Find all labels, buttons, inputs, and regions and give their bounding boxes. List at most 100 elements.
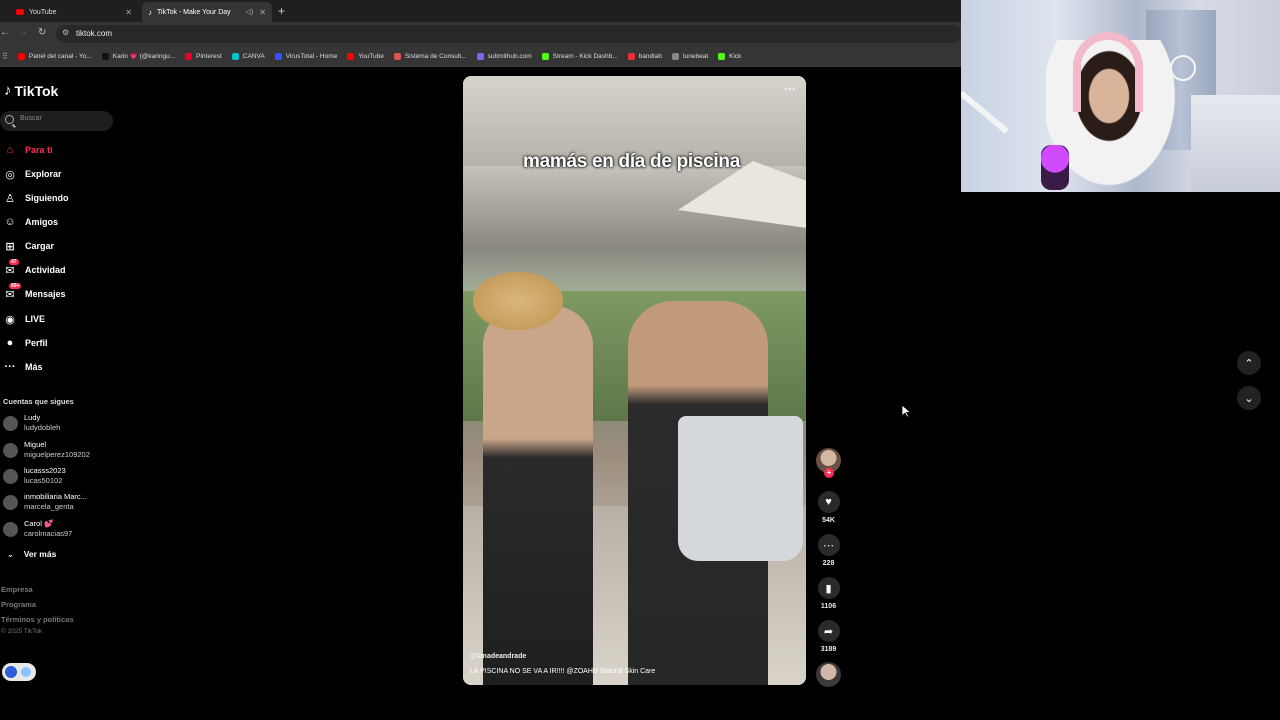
- avatar: [3, 521, 18, 537]
- account-name: Carol 💕: [24, 519, 54, 528]
- bookmark-label: YouTube: [358, 52, 384, 60]
- bookmark-label: submithub.com: [487, 52, 532, 60]
- bookmark-item[interactable]: CANVA: [231, 52, 265, 60]
- search-box[interactable]: [0, 111, 113, 131]
- sidebar-item-más[interactable]: ··· Más: [3, 358, 43, 376]
- video-description: LA PISCINA NO SE VA A IR!!!! @ZOAH® Natu…: [470, 668, 656, 675]
- bookmark-favicon-icon: [231, 52, 239, 60]
- forward-icon[interactable]: →: [18, 27, 28, 38]
- bookmark-favicon-icon: [718, 52, 726, 60]
- sidebar-item-live[interactable]: ◉ LIVE: [3, 310, 45, 328]
- sidebar-item-label: Cargar: [25, 241, 55, 251]
- footer-link-empresa[interactable]: Empresa: [1, 585, 33, 594]
- share-icon[interactable]: ➦: [817, 620, 840, 642]
- search-icon: [5, 115, 14, 124]
- sidebar-item-amigos[interactable]: ☺ Amigos: [3, 213, 58, 231]
- tiktok-logo-icon: ♪: [4, 82, 12, 99]
- bookmark-item[interactable]: Kick: [718, 52, 741, 60]
- following-account-item[interactable]: inmobiliaria Marc... marcela_genta: [3, 492, 87, 512]
- webcam-bed: [1191, 95, 1280, 192]
- friends-icon: ☺: [4, 216, 16, 228]
- webcam-overlay: [961, 0, 1280, 192]
- reload-icon[interactable]: ↻: [38, 27, 46, 38]
- bookmark-favicon-icon: [476, 52, 484, 60]
- following-icon: ♙: [5, 192, 15, 205]
- site-info-icon[interactable]: ⚙: [62, 28, 69, 37]
- comment-action[interactable]: ⋯ 228: [816, 534, 841, 567]
- tab-youtube[interactable]: YouTube ✕: [10, 2, 138, 22]
- bookmarks-bar: ⠿ Panel del canal - Yo... Karin 💗 (@karin…: [0, 46, 961, 67]
- tab-tiktok[interactable]: ♪ TikTok - Make Your Day ◁) ✕: [142, 2, 272, 22]
- account-name: inmobiliaria Marc...: [24, 492, 87, 501]
- comment-icon[interactable]: ⋯: [817, 534, 840, 556]
- bookmark-item[interactable]: tunebeat: [671, 52, 708, 60]
- following-account-item[interactable]: lucasss2023 lucas50102: [3, 466, 66, 486]
- bookmark-label: Stream - Kick Dashb...: [552, 52, 618, 60]
- tab-label: YouTube: [29, 8, 57, 16]
- webcam-cat-ear-headset: [1073, 32, 1143, 112]
- account-name: Miguel: [24, 440, 47, 449]
- bookmark-label: Panel del canal - Yo...: [28, 52, 92, 60]
- music-disc-avatar[interactable]: [816, 662, 841, 687]
- close-icon[interactable]: ✕: [259, 8, 266, 17]
- following-account-item[interactable]: Carol 💕 carolmacias97: [3, 519, 72, 539]
- bookmark-item[interactable]: Panel del canal - Yo...: [17, 52, 92, 60]
- apps-icon[interactable]: ⠿: [2, 52, 8, 61]
- extension-toggle[interactable]: [2, 663, 36, 681]
- close-icon[interactable]: ✕: [125, 8, 132, 17]
- like-action[interactable]: ♥ 54K: [816, 491, 841, 524]
- sidebar-item-perfil[interactable]: ● Perfil: [3, 334, 48, 352]
- footer-link-terminos[interactable]: Términos y políticas: [1, 615, 74, 624]
- upload-icon: ⊞: [5, 240, 15, 253]
- profile-icon: ●: [6, 337, 14, 349]
- sidebar-item-siguiendo[interactable]: ♙ Siguiendo: [3, 189, 68, 207]
- bookmark-label: Pinterest: [196, 52, 222, 60]
- search-input[interactable]: [20, 115, 108, 122]
- speaker-icon[interactable]: ◁): [246, 8, 254, 16]
- bookmark-item[interactable]: VirusTotal - Home: [274, 52, 338, 60]
- bookmark-item[interactable]: submithub.com: [476, 52, 532, 60]
- sidebar-item-para-ti[interactable]: ⌂ Para ti: [3, 141, 53, 159]
- sidebar-item-actividad[interactable]: ✉ 47 Actividad: [3, 259, 66, 279]
- youtube-icon: [16, 9, 24, 15]
- save-action[interactable]: ▮ 1106: [816, 577, 841, 610]
- see-more-button[interactable]: ⌄ Ver más: [7, 549, 56, 559]
- bookmark-favicon-icon: [347, 52, 355, 60]
- following-account-item[interactable]: Miguel miguelperez109202: [3, 440, 90, 460]
- heart-icon[interactable]: ♥: [817, 491, 840, 513]
- extension-icon: [5, 666, 17, 678]
- url-box[interactable]: ⚙ tiktok.com: [56, 25, 961, 43]
- footer-link-programa[interactable]: Programa: [1, 600, 36, 609]
- sidebar-item-label: Perfil: [25, 338, 48, 348]
- sidebar-item-mensajes[interactable]: ✉ 99+ Mensajes: [3, 283, 66, 303]
- new-tab-button[interactable]: +: [278, 4, 285, 18]
- following-account-item[interactable]: Ludy ludydobleh: [3, 413, 60, 433]
- notification-badge: 99+: [9, 283, 22, 289]
- bookmark-item[interactable]: Sistema de Consult...: [393, 52, 467, 60]
- previous-video-button[interactable]: ⌃: [1237, 351, 1261, 375]
- next-video-button[interactable]: ⌄: [1237, 386, 1261, 410]
- bookmark-item[interactable]: bandlab: [627, 52, 662, 60]
- follow-plus-icon[interactable]: +: [824, 468, 834, 478]
- sidebar-item-explorar[interactable]: ◎ Explorar: [3, 165, 61, 183]
- video-author[interactable]: @lanadeandrade: [470, 653, 526, 660]
- bookmark-favicon-icon: [17, 52, 25, 60]
- sidebar-item-cargar[interactable]: ⊞ Cargar: [3, 237, 54, 255]
- video-more-options-icon[interactable]: ···: [784, 82, 796, 96]
- video-person-left: [483, 306, 593, 685]
- tiktok-logo[interactable]: ♪ TikTok: [4, 82, 58, 99]
- address-bar-row: ← → ↻ ⚙ tiktok.com: [0, 22, 961, 46]
- bookmark-label: CANVA: [242, 52, 265, 60]
- bookmark-item[interactable]: Stream - Kick Dashb...: [541, 52, 618, 60]
- account-text: lucasss2023 lucas50102: [24, 466, 66, 486]
- bookmark-label: VirusTotal - Home: [285, 52, 338, 60]
- bookmark-item[interactable]: YouTube: [347, 52, 384, 60]
- like-count: 54K: [822, 517, 835, 524]
- bookmark-icon[interactable]: ▮: [817, 577, 840, 599]
- share-action[interactable]: ➦ 3189: [816, 620, 841, 653]
- back-icon[interactable]: ←: [0, 27, 10, 38]
- bookmark-item[interactable]: Karin 💗 (@karingu...: [101, 52, 175, 60]
- sidebar-item-label: Para ti: [25, 145, 53, 155]
- video-player[interactable]: mamás en día de piscina ··· @lanadeandra…: [463, 76, 806, 685]
- bookmark-item[interactable]: Pinterest: [185, 52, 222, 60]
